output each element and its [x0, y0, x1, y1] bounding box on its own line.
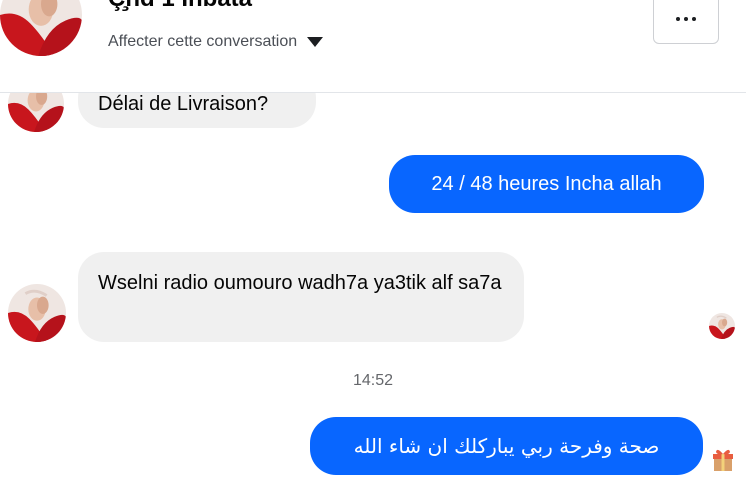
contact-name[interactable]: Ç̧hd 1 Ih̄bata — [108, 0, 252, 13]
message-bubble-incoming[interactable]: Wselni radio oumouro wadh7a ya3tik alf s… — [78, 252, 524, 342]
contact-avatar[interactable] — [8, 284, 66, 342]
message-timestamp: 14:52 — [352, 372, 394, 389]
assign-conversation-dropdown[interactable]: Affecter cette conversation — [108, 31, 324, 53]
message-bubble-outgoing[interactable]: 24 / 48 heures Incha allah — [389, 155, 704, 213]
conversation-header: Ç̧hd 1 Ih̄bata Affecter cette conversati… — [0, 0, 746, 93]
message-text: Délai de Livraison? — [98, 93, 269, 115]
message-text: صحة وفرحة ربي يباركلك ان شاء الله — [353, 434, 660, 458]
seen-avatar-icon — [709, 313, 735, 339]
assign-conversation-label: Affecter cette conversation — [108, 33, 298, 50]
message-text: 24 / 48 heures Incha allah — [431, 173, 662, 195]
contact-avatar[interactable] — [0, 0, 82, 56]
message-bubble-outgoing[interactable]: صحة وفرحة ربي يباركلك ان شاء الله — [310, 417, 703, 475]
more-horizontal-icon — [676, 17, 696, 21]
more-options-button[interactable] — [653, 0, 719, 44]
gift-icon — [713, 449, 733, 471]
caret-down-icon — [307, 37, 324, 47]
message-text: Wselni radio oumouro wadh7a ya3tik alf s… — [98, 272, 502, 294]
